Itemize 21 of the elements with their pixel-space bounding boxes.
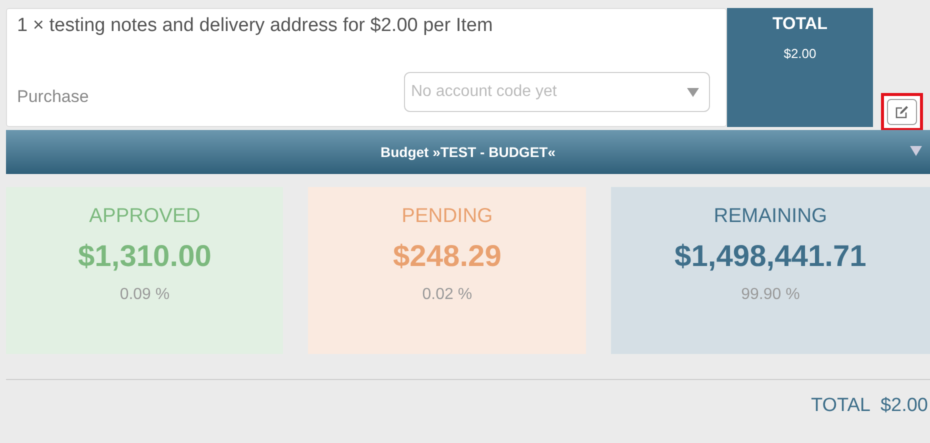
footer-total-value: $2.00 [880, 395, 928, 417]
stat-amount: $1,498,441.71 [674, 240, 866, 274]
edit-icon [894, 105, 908, 119]
item-type: Purchase [17, 87, 89, 107]
account-code-select[interactable]: No account code yet [404, 72, 710, 112]
caret-icon[interactable] [910, 146, 922, 156]
stat-percent: 0.02 % [422, 286, 472, 304]
stat-percent: 99.90 % [741, 286, 800, 304]
budget-title: Budget »TEST - BUDGET« [380, 144, 556, 160]
stat-label: REMAINING [714, 205, 828, 228]
edit-button[interactable] [880, 93, 922, 131]
stat-label: PENDING [402, 205, 493, 228]
total-label: TOTAL [772, 14, 828, 34]
footer-total-label: TOTAL [810, 395, 870, 417]
stat-label: APPROVED [89, 205, 200, 228]
stat-amount: $1,310.00 [78, 240, 212, 274]
total-value: $2.00 [784, 46, 816, 61]
item-description: 1 × testing notes and delivery address for $2.00 per Item [17, 15, 494, 37]
caret-icon [687, 87, 699, 97]
stat-percent: 0.09 % [120, 286, 170, 304]
stat-amount: $248.29 [392, 240, 502, 274]
